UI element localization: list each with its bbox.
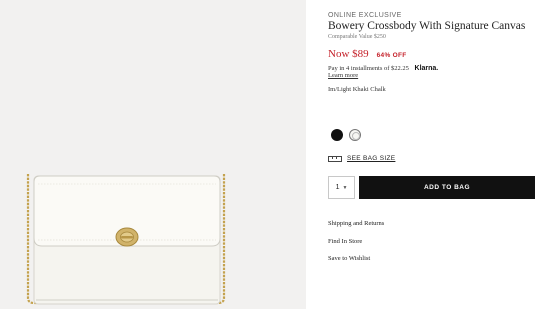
klarna-logo: Klarna.	[414, 65, 439, 72]
learn-more-link[interactable]: Learn more	[328, 72, 358, 79]
product-image[interactable]	[0, 0, 306, 309]
product-title: Bowery Crossbody With Signature Canvas	[328, 20, 526, 32]
chevron-down-icon: ▼	[342, 184, 348, 191]
sale-price: Now $89	[328, 48, 369, 60]
ruler-icon	[328, 155, 342, 162]
quantity-select[interactable]: 1 ▼	[328, 176, 355, 199]
turnlock-icon	[115, 227, 139, 247]
quantity-value: 1	[335, 184, 340, 191]
swatch-chalk[interactable]	[349, 129, 361, 141]
swatch-black[interactable]	[331, 129, 343, 141]
color-name: Im/Light Khaki Chalk	[328, 86, 386, 93]
price-row: Now $89 64% OFF	[328, 44, 407, 62]
product-image-panel	[0, 0, 306, 309]
installments-text: Pay in 4 installments of $22.25	[328, 65, 409, 72]
add-to-bag-button[interactable]: ADD TO BAG	[359, 176, 535, 199]
discount-badge: 64% OFF	[376, 52, 407, 59]
save-to-wishlist-link[interactable]: Save to Wishlist	[328, 255, 370, 262]
find-in-store-link[interactable]: Find In Store	[328, 238, 362, 245]
see-bag-size-label: SEE BAG SIZE	[347, 155, 396, 162]
shipping-returns-link[interactable]: Shipping and Returns	[328, 220, 384, 227]
klarna-installments: Pay in 4 installments of $22.25 Klarna.	[328, 65, 438, 72]
online-exclusive-badge: ONLINE EXCLUSIVE	[328, 12, 402, 19]
see-bag-size-link[interactable]: SEE BAG SIZE	[328, 155, 395, 162]
comparable-value: Comparable Value $250	[328, 34, 386, 40]
